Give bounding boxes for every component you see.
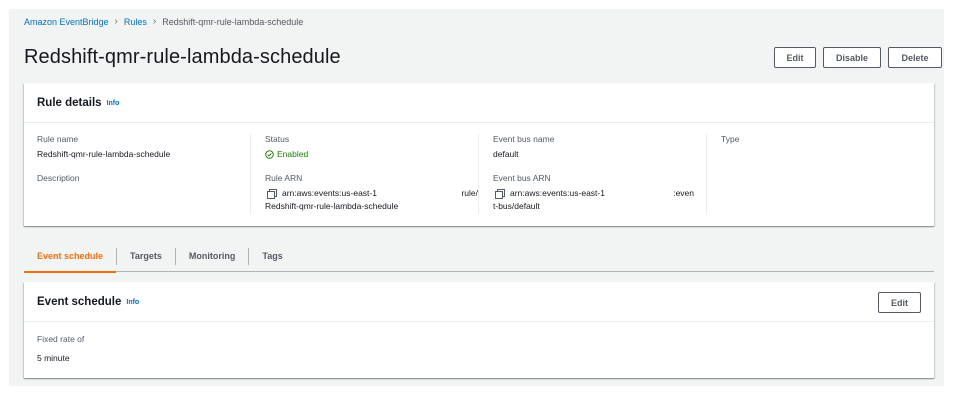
- event-bus-arn-row: arn:aws:events:us-east-1 :even: [493, 188, 706, 199]
- fixed-rate-value: 5 minute: [37, 353, 70, 363]
- rule-details-info-link[interactable]: Info: [107, 100, 120, 107]
- rule-details-panel: Rule details Info Rule name Redshift-qmr…: [24, 83, 934, 226]
- schedule-edit-button[interactable]: Edit: [878, 292, 921, 313]
- breadcrumb-current: Redshift-qmr-rule-lambda-schedule: [162, 16, 304, 27]
- rule-name-value: Redshift-qmr-rule-lambda-schedule: [37, 149, 171, 159]
- status-badge: Enabled: [265, 149, 478, 160]
- header-actions: Edit Disable Delete: [774, 47, 942, 68]
- rule-arn-tail: rule/: [461, 188, 478, 198]
- event-schedule-header: Event schedule Info Edit: [24, 282, 934, 322]
- column-status: Status Enabled Rule ARN arn:aws:events:u…: [250, 134, 478, 214]
- tab-monitoring[interactable]: Monitoring: [174, 247, 249, 265]
- page: Amazon EventBridge › Rules › Redshift-qm…: [9, 9, 944, 386]
- column-event-bus: Event bus name default Event bus ARN arn…: [478, 134, 706, 214]
- event-bus-name-value: default: [493, 149, 519, 159]
- edit-button[interactable]: Edit: [774, 47, 816, 68]
- tab-bar: Event schedule Targets Monitoring Tags: [24, 241, 934, 273]
- rule-arn-label: Rule ARN: [265, 173, 303, 183]
- tab-targets[interactable]: Targets: [116, 247, 175, 265]
- rule-details-grid: Rule name Redshift-qmr-rule-lambda-sched…: [24, 123, 934, 225]
- event-bus-arn-line1: arn:aws:events:us-east-1: [510, 188, 605, 198]
- event-schedule-panel: Event schedule Info Edit Fixed rate of 5…: [24, 282, 934, 378]
- delete-button[interactable]: Delete: [888, 47, 942, 68]
- event-bus-name-label: Event bus name: [493, 134, 555, 144]
- status-label: Status: [265, 134, 290, 144]
- tab-tags[interactable]: Tags: [248, 247, 295, 265]
- rule-details-header: Rule details Info: [24, 83, 934, 123]
- check-circle-icon: [265, 150, 274, 159]
- chevron-right-icon: ›: [152, 16, 157, 27]
- tab-event-schedule[interactable]: Event schedule: [24, 248, 117, 273]
- event-schedule-info-link[interactable]: Info: [126, 299, 139, 306]
- event-bus-arn-label: Event bus ARN: [493, 173, 551, 183]
- description-label: Description: [37, 173, 80, 183]
- copy-icon[interactable]: [267, 189, 277, 199]
- event-bus-arn-tail: :even: [673, 188, 694, 198]
- breadcrumb: Amazon EventBridge › Rules › Redshift-qm…: [24, 16, 303, 27]
- rule-arn-line2: Redshift-qmr-rule-lambda-schedule: [265, 201, 399, 211]
- column-type: Type: [706, 134, 921, 214]
- rule-arn-line1: arn:aws:events:us-east-1: [282, 188, 377, 198]
- event-schedule-body: Fixed rate of 5 minute: [24, 322, 934, 376]
- rule-arn-row: arn:aws:events:us-east-1 rule/: [265, 188, 478, 199]
- event-bus-arn-line2: t-bus/default: [493, 201, 540, 211]
- disable-button[interactable]: Disable: [823, 47, 881, 68]
- rule-name-label: Rule name: [37, 134, 79, 144]
- fixed-rate-label: Fixed rate of: [37, 334, 85, 344]
- copy-icon[interactable]: [495, 189, 505, 199]
- type-label: Type: [721, 134, 740, 144]
- event-schedule-title: Event schedule: [37, 295, 122, 308]
- breadcrumb-eventbridge[interactable]: Amazon EventBridge: [24, 17, 109, 27]
- rule-details-title: Rule details: [37, 96, 102, 109]
- column-rule: Rule name Redshift-qmr-rule-lambda-sched…: [37, 134, 249, 214]
- chevron-right-icon: ›: [114, 16, 118, 27]
- status-value: Enabled: [277, 149, 309, 159]
- page-title: Redshift-qmr-rule-lambda-schedule: [24, 46, 341, 68]
- breadcrumb-rules[interactable]: Rules: [124, 17, 147, 27]
